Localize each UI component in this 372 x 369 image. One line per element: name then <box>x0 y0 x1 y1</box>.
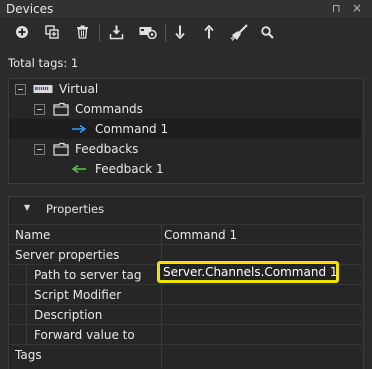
copy-icon <box>45 25 59 39</box>
device-settings-icon <box>139 25 157 39</box>
collapse-toggle[interactable] <box>34 103 45 115</box>
tree-item-label: Commands <box>75 102 143 116</box>
category-label: Server properties <box>15 248 120 262</box>
toolbar-separator <box>165 24 166 42</box>
delete-button[interactable] <box>71 22 93 42</box>
tree-item-label: Virtual <box>59 82 99 96</box>
pin-icon[interactable]: ⊓ <box>332 2 341 15</box>
total-tags-label: Total tags: 1 <box>8 56 79 70</box>
property-row-description[interactable]: Description <box>8 304 362 325</box>
collapse-toggle[interactable] <box>34 143 45 155</box>
collapse-toggle[interactable] <box>15 83 26 95</box>
move-up-icon <box>204 25 214 39</box>
import-button[interactable] <box>105 22 127 42</box>
property-label: Script Modifier <box>34 288 122 302</box>
tree-item-label: Feedback 1 <box>95 162 164 176</box>
tree-item-command-1[interactable]: Command 1 <box>9 119 361 139</box>
toolbar-separator <box>99 24 100 42</box>
property-row-script[interactable]: Script Modifier <box>8 284 362 305</box>
move-down-button[interactable] <box>169 22 191 42</box>
move-down-icon <box>175 25 185 39</box>
property-label: Name <box>15 228 51 242</box>
panel-title: Devices <box>6 2 54 16</box>
arrow-left-icon <box>72 165 86 173</box>
category-label: Tags <box>15 348 42 362</box>
path-value[interactable]: Server.Channels.Command 1 <box>163 265 338 279</box>
clear-button[interactable] <box>228 22 250 42</box>
tree-item-feedback-1[interactable]: Feedback 1 <box>72 159 164 179</box>
property-row-name[interactable]: Name Command 1 <box>8 224 362 245</box>
collapse-caret-icon[interactable]: ▼ <box>24 203 30 212</box>
device-settings-button[interactable] <box>136 22 160 42</box>
property-label: Path to server tag <box>34 268 142 282</box>
arrow-right-icon <box>72 125 86 133</box>
tree-item-label: Command 1 <box>95 122 169 136</box>
tree-item-label: Feedbacks <box>75 142 139 156</box>
move-up-button[interactable] <box>198 22 220 42</box>
delete-icon <box>76 25 89 39</box>
tree-item-virtual[interactable]: Virtual <box>15 79 98 99</box>
close-icon[interactable]: × <box>352 1 362 15</box>
add-icon <box>15 25 29 39</box>
properties-header: Properties <box>46 202 105 216</box>
tree-item-commands[interactable]: Commands <box>34 99 143 119</box>
panel-titlebar <box>0 0 372 19</box>
property-row-forward[interactable]: Forward value to <box>8 324 362 345</box>
folder-icon <box>53 102 69 116</box>
clear-icon <box>230 23 248 41</box>
search-button[interactable] <box>256 22 278 42</box>
add-button[interactable] <box>11 22 33 42</box>
property-value: Command 1 <box>164 228 238 242</box>
tree-item-feedbacks[interactable]: Feedbacks <box>34 139 138 159</box>
copy-button[interactable] <box>41 22 63 42</box>
property-category-tags[interactable]: Tags <box>8 344 362 365</box>
import-icon <box>109 25 124 40</box>
search-icon <box>260 25 274 39</box>
property-label: Forward value to <box>34 328 135 342</box>
folder-icon <box>53 142 69 156</box>
property-label: Description <box>34 308 103 322</box>
device-icon <box>33 84 53 94</box>
